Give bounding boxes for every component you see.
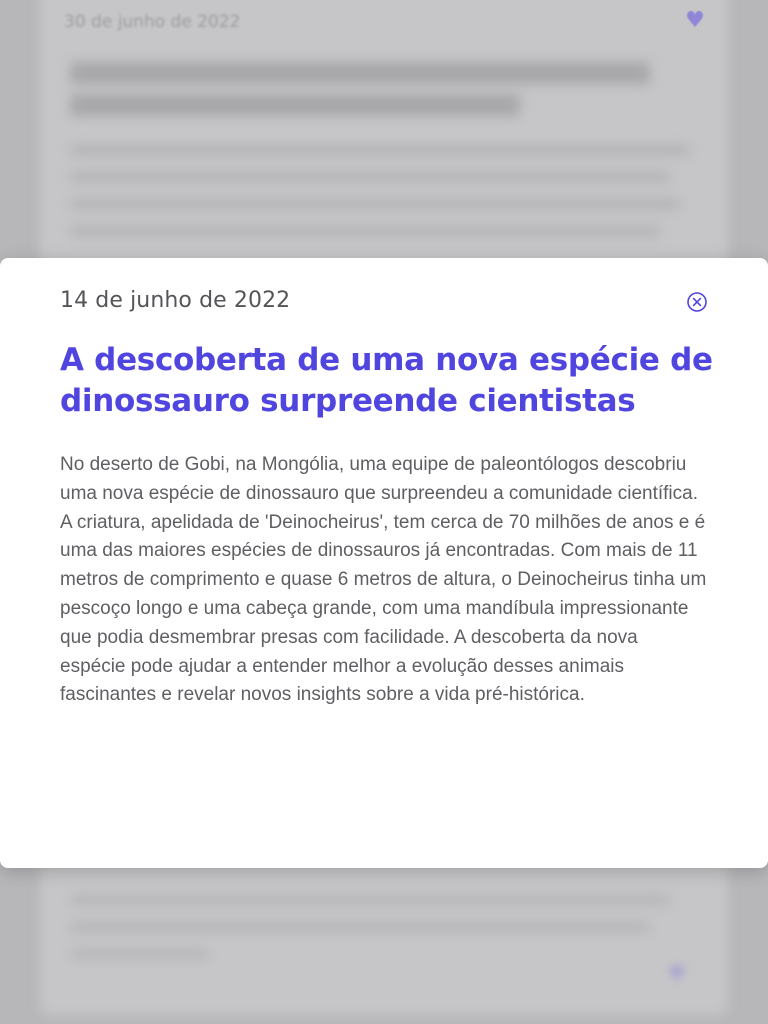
heart-icon: ♥ (685, 8, 705, 33)
background-article-card (40, 0, 728, 280)
background-article-date: 30 de junho de 2022 (64, 12, 241, 32)
background-text-line (70, 226, 660, 236)
background-text-line (70, 895, 670, 905)
background-text-line (70, 922, 650, 932)
article-date: 14 de junho de 2022 (60, 288, 291, 313)
background-title-line (70, 62, 650, 84)
background-text-line (70, 172, 670, 182)
article-body: No deserto de Gobi, na Mongólia, uma equ… (60, 454, 707, 706)
article-title: A descoberta de uma nova espécie de dino… (60, 342, 713, 419)
background-title-line (70, 94, 520, 116)
background-text-line (70, 199, 680, 209)
heart-icon: ♥ (667, 962, 687, 987)
close-button[interactable] (686, 291, 708, 313)
background-article-card (40, 855, 728, 1015)
article-modal: 14 de junho de 2022 A descoberta de uma … (0, 258, 768, 868)
close-circle-icon (687, 292, 707, 312)
background-text-line (70, 949, 210, 959)
background-text-line (70, 145, 690, 155)
